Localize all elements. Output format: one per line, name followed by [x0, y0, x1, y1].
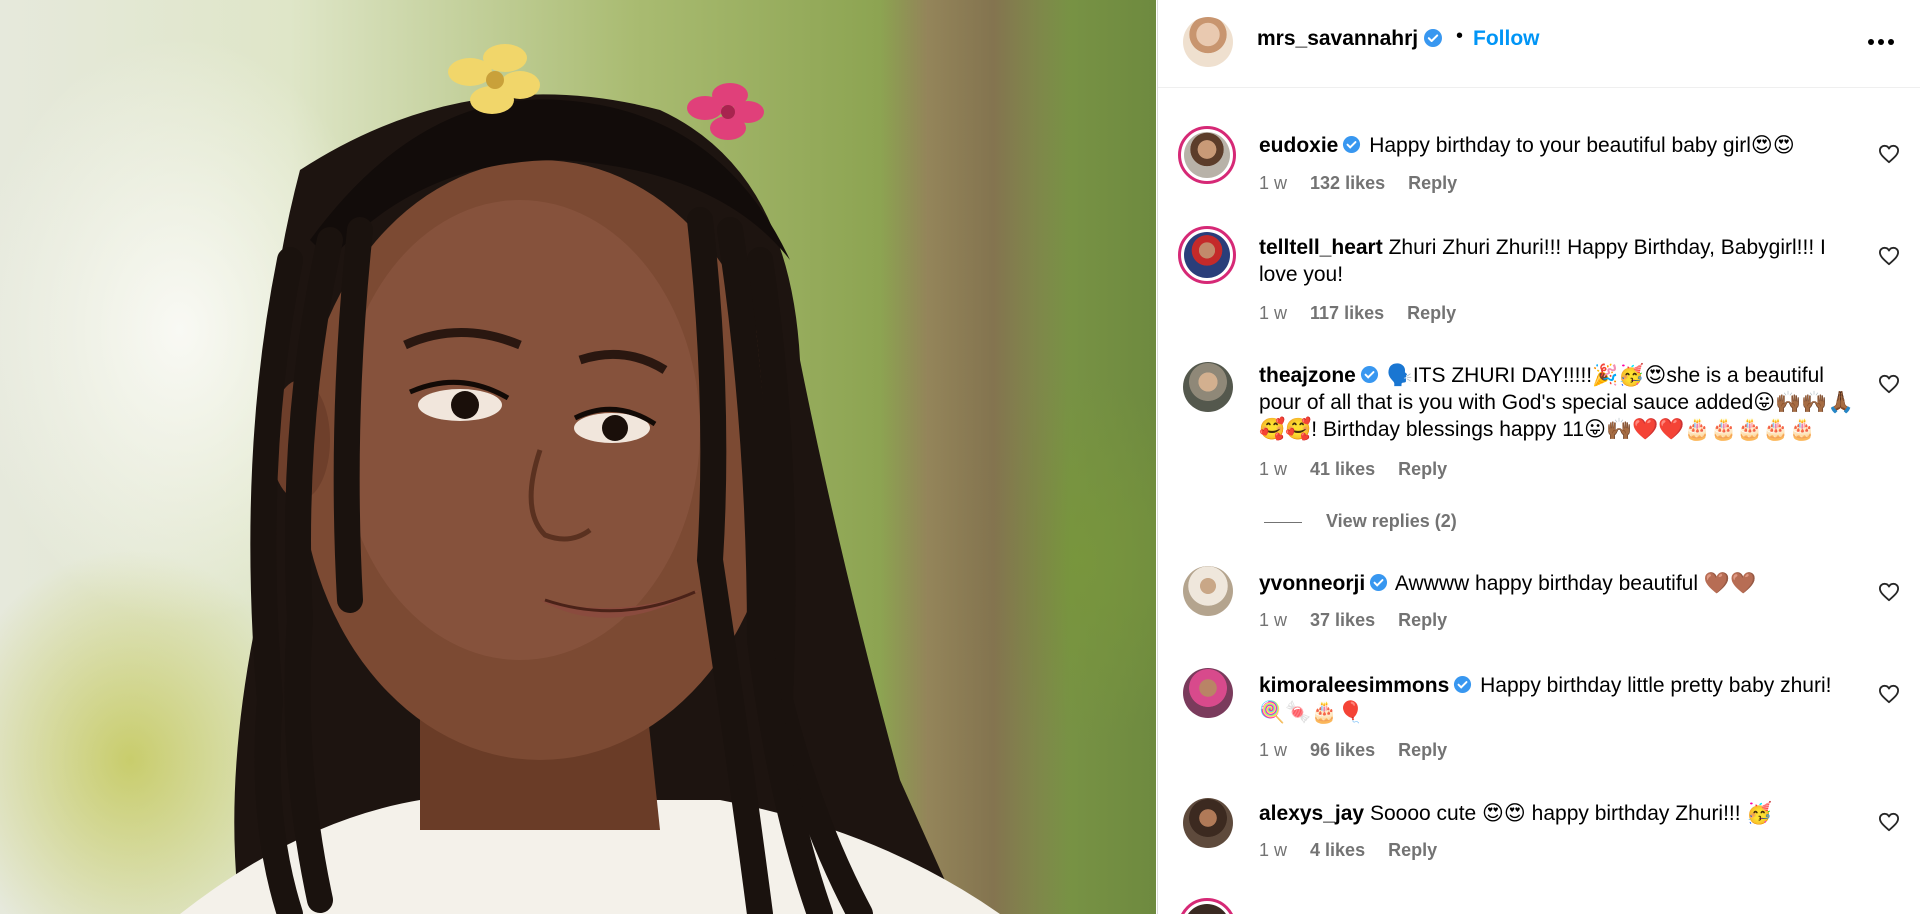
- replies-divider-line: [1264, 521, 1302, 523]
- verified-badge-icon: [1370, 573, 1388, 592]
- heart-outline-icon[interactable]: [1878, 144, 1900, 164]
- commenter-username[interactable]: eudoxie: [1259, 134, 1338, 157]
- comment-text: Soooo cute 😍😍 happy birthday Zhuri!!! 🥳: [1369, 802, 1773, 825]
- commenter-avatar[interactable]: [1178, 126, 1236, 184]
- comments-panel: mrs_savannahrj • Follow eudoxie Happy bi…: [1157, 0, 1920, 914]
- comment-time[interactable]: 1 w: [1259, 173, 1287, 193]
- comment-meta: 1 w 117 likes Reply: [1259, 303, 1474, 324]
- comment-text: Happy birthday to your beautiful baby gi…: [1369, 134, 1795, 157]
- comment-body: telltell_heart Zhuri Zhuri Zhuri!!! Happ…: [1259, 234, 1859, 288]
- verified-badge-icon: [1424, 29, 1442, 47]
- commenter-avatar[interactable]: [1183, 362, 1233, 412]
- comment-meta: 1 w 41 likes Reply: [1259, 459, 1465, 480]
- comment-time[interactable]: 1 w: [1259, 459, 1287, 479]
- comment-time[interactable]: 1 w: [1259, 303, 1287, 323]
- comment-body: yvonneorji Awwww happy birthday beautifu…: [1259, 570, 1859, 597]
- heart-outline-icon[interactable]: [1878, 246, 1900, 266]
- comment-meta: 1 w 4 likes Reply: [1259, 840, 1455, 861]
- reply-button[interactable]: Reply: [1398, 740, 1447, 760]
- author-username[interactable]: mrs_savannahrj: [1257, 27, 1418, 51]
- heart-outline-icon[interactable]: [1878, 374, 1900, 394]
- commenter-avatar[interactable]: [1183, 798, 1233, 848]
- comment-time[interactable]: 1 w: [1259, 740, 1287, 760]
- verified-badge-icon: [1360, 365, 1378, 384]
- separator-dot: •: [1456, 25, 1464, 47]
- comment-time[interactable]: 1 w: [1259, 840, 1287, 860]
- post-header: mrs_savannahrj • Follow: [1158, 0, 1920, 88]
- reply-button[interactable]: Reply: [1408, 173, 1457, 193]
- heart-outline-icon[interactable]: [1878, 582, 1900, 602]
- reply-button[interactable]: Reply: [1388, 840, 1437, 860]
- comment-meta: 1 w 96 likes Reply: [1259, 740, 1465, 761]
- view-replies-button[interactable]: View replies (2): [1264, 511, 1457, 532]
- comment-likes[interactable]: 117 likes: [1310, 303, 1384, 323]
- commenter-username[interactable]: theajzone: [1259, 364, 1356, 387]
- reply-button[interactable]: Reply: [1398, 459, 1447, 479]
- commenter-username[interactable]: telltell_heart: [1259, 236, 1383, 259]
- heart-outline-icon[interactable]: [1878, 812, 1900, 832]
- author-avatar[interactable]: [1183, 17, 1233, 67]
- commenter-username[interactable]: yvonneorji: [1259, 572, 1365, 595]
- post-photo: [0, 0, 1156, 914]
- comment-body: kimoraleesimmons Happy birthday little p…: [1259, 672, 1859, 726]
- comment-body: alexys_jay Soooo cute 😍😍 happy birthday …: [1259, 800, 1859, 827]
- commenter-avatar[interactable]: [1183, 668, 1233, 718]
- comment-likes[interactable]: 41 likes: [1310, 459, 1375, 479]
- comment-text: Awwww happy birthday beautiful 🤎🤎: [1394, 572, 1757, 595]
- comment-body: theajzone 🗣️ITS ZHURI DAY!!!!!🎉🥳😍she is …: [1259, 362, 1859, 443]
- verified-badge-icon: [1454, 675, 1472, 694]
- view-replies-label: View replies (2): [1326, 511, 1457, 531]
- comment-likes[interactable]: 96 likes: [1310, 740, 1375, 760]
- comment-time[interactable]: 1 w: [1259, 610, 1287, 630]
- commenter-username[interactable]: alexys_jay: [1259, 802, 1364, 825]
- comment-likes[interactable]: 4 likes: [1310, 840, 1365, 860]
- reply-button[interactable]: Reply: [1398, 610, 1447, 630]
- commenter-avatar[interactable]: [1178, 226, 1236, 284]
- heart-outline-icon[interactable]: [1878, 684, 1900, 704]
- verified-badge-icon: [1343, 135, 1361, 154]
- reply-button[interactable]: Reply: [1407, 303, 1456, 323]
- commenter-username[interactable]: kimoraleesimmons: [1259, 674, 1449, 697]
- comment-meta: 1 w 132 likes Reply: [1259, 173, 1475, 194]
- comment-meta: 1 w 37 likes Reply: [1259, 610, 1465, 631]
- more-options-icon[interactable]: [1866, 28, 1896, 56]
- girl-portrait-image: [180, 44, 1000, 914]
- comment-likes[interactable]: 37 likes: [1310, 610, 1375, 630]
- commenter-avatar[interactable]: [1178, 898, 1236, 914]
- commenter-avatar[interactable]: [1183, 566, 1233, 616]
- comment-likes[interactable]: 132 likes: [1310, 173, 1385, 193]
- follow-button[interactable]: Follow: [1473, 27, 1540, 51]
- comment-body: eudoxie Happy birthday to your beautiful…: [1259, 132, 1859, 159]
